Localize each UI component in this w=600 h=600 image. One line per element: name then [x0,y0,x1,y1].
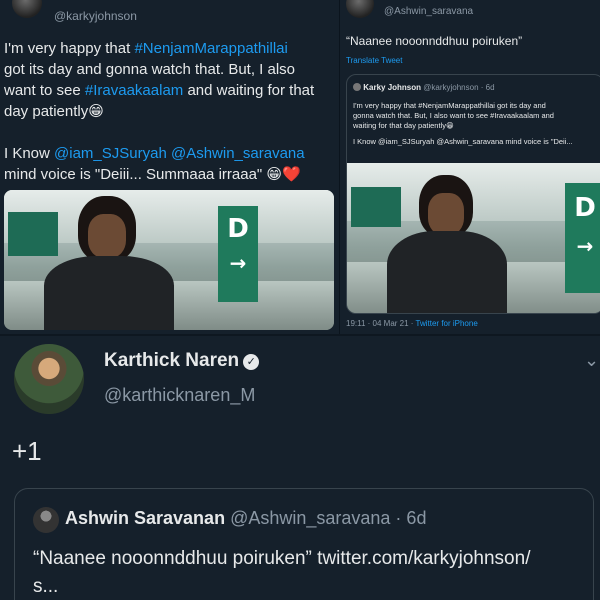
quoted-tweet-header: Ashwin Saravanan @Ashwin_saravana · 6d [65,508,427,528]
quoted-tweet-card[interactable]: Karky Johnson @karkyjohnson · 6d I'm ver… [346,74,600,314]
right-tweet-text: “Naanee nooonnddhuu poiruken” [346,34,523,48]
tweet-line [4,122,338,143]
chevron-down-icon[interactable]: ⌄ [584,350,599,371]
bottom-tweet-panel: Karthick Naren ✓ @karthicknaren_M ⌄ +1 As… [0,334,600,600]
karky-avatar-small [353,83,361,91]
tweet-source-link[interactable]: Twitter for iPhone [416,319,478,328]
corridor-sign: D → [565,183,600,293]
right-tweet-handle[interactable]: @Ashwin_saravana [384,6,473,17]
ashwin-avatar [33,507,59,533]
author-handle[interactable]: @karthicknaren_M [104,385,255,406]
hashtag-link[interactable]: #Iravaakaalam [85,82,183,99]
tweet-line: got its day and gonna watch that. But, I… [4,61,296,78]
tweet-text: +1 [12,436,42,466]
tweet-media-image[interactable]: D → [4,190,334,330]
left-tweet-handle[interactable]: @karkyjohnson [54,9,137,23]
right-tweet-panel: @Ashwin_saravana “Naanee nooonnddhuu poi… [340,0,600,334]
tweet-line: day patiently😁 [4,103,104,120]
tweet-line: I Know @iam_SJSuryah @Ashwin_saravana [4,145,305,162]
tweet-line: I Know @iam_SJSuryah @Ashwin_saravana mi… [353,137,573,146]
tweet-line: I'm very happy that #NenjamMarappathilla… [4,40,288,57]
tweet-line: “Naanee nooonnddhuu poiruken” twitter.co… [33,548,531,569]
tweet-line: I'm very happy that #NenjamMarappathilla… [353,101,546,110]
tweet-timestamp: 19:11 · 04 Mar 21 · Twitter for iPhone [346,319,478,328]
tweet-line: gonna watch that. But, I also want to se… [353,111,554,120]
karthick-avatar[interactable] [14,344,84,414]
corridor-sign: D → [218,206,258,302]
quoted-tweet-header: Karky Johnson @karkyjohnson · 6d [353,83,495,92]
translate-tweet-link[interactable]: Translate Tweet [346,56,402,65]
author-name[interactable]: Karthick Naren ✓ [104,350,260,372]
tweet-line: s... [33,576,59,597]
tweet-line: mind voice is "Deiii... Summaaa irraaa" … [4,166,301,183]
person-figure [44,190,174,330]
quoted-tweet-card[interactable]: Ashwin Saravanan @Ashwin_saravana · 6d “… [14,488,594,600]
tweet-line: waiting for that day patiently😁 [353,121,454,130]
karky-avatar[interactable] [12,0,42,18]
quoted-tweet-media[interactable]: D → [347,163,600,313]
ashwin-avatar[interactable] [346,0,374,18]
quoted-tweet-text: I'm very happy that #NenjamMarappathilla… [353,101,600,147]
left-tweet-text: I'm very happy that #NenjamMarappathilla… [4,38,338,185]
left-tweet-panel: @karkyjohnson I'm very happy that #Nenja… [0,0,340,334]
quoted-tweet-text: “Naanee nooonnddhuu poiruken” twitter.co… [33,545,530,600]
verified-badge-icon: ✓ [243,354,260,370]
tweet-line: want to see #Iravaakaalam and waiting fo… [4,82,315,99]
hashtag-link[interactable]: #NenjamMarappathillai [134,40,287,57]
mention-links[interactable]: @iam_SJSuryah @Ashwin_saravana [54,145,305,162]
person-figure [387,171,507,313]
